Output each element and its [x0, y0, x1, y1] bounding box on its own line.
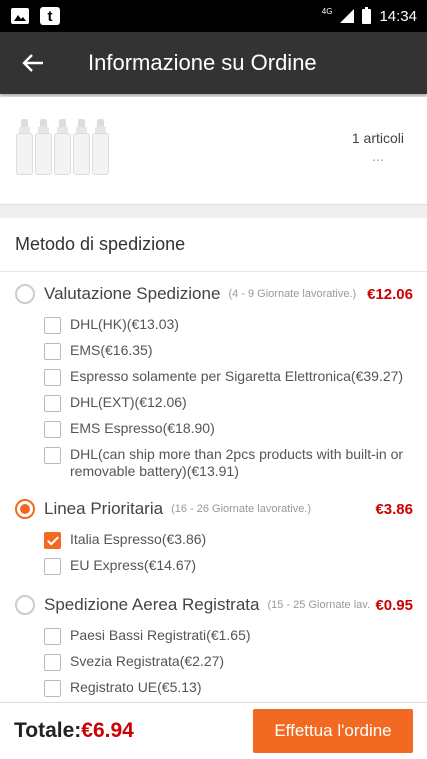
total-amount: €6.94: [81, 719, 134, 742]
item-count: 1 articoli ...: [351, 130, 404, 164]
shipping-option[interactable]: EU Express(€14.67): [15, 557, 413, 576]
shipping-option-checkbox[interactable]: [44, 654, 61, 671]
shipping-option-checkbox[interactable]: [44, 447, 61, 464]
shipping-option[interactable]: Italia Espresso(€3.86): [15, 531, 413, 550]
shipping-group-row[interactable]: Linea Prioritaria (16 - 26 Giornate lavor…: [15, 487, 413, 531]
shipping-option-checkbox[interactable]: [44, 343, 61, 360]
network-type: 4G: [321, 6, 333, 16]
shipping-radio[interactable]: [15, 499, 35, 519]
page-title: Informazione su Ordine: [88, 50, 317, 75]
shipping-group-price: €12.06: [367, 285, 413, 303]
shipping-group-row[interactable]: Valutazione Spedizione (4 - 9 Giornate la…: [15, 272, 413, 316]
shipping-group-days: (16 - 26 Giornate lavorative.): [171, 503, 312, 515]
shipping-option-label: Registrato UE(€5.13): [70, 679, 202, 695]
shipping-section: Metodo di spedizione Valutazione Spedizi…: [0, 218, 427, 702]
product-summary[interactable]: 1 articoli ...: [0, 97, 427, 205]
shipping-group-name: Linea Prioritaria: [44, 499, 164, 518]
shipping-option[interactable]: Registrato UE(€5.13): [15, 679, 413, 698]
shipping-option-checkbox[interactable]: [44, 421, 61, 438]
shipping-option-label: Espresso solamente per Sigaretta Elettro…: [70, 368, 404, 384]
app-bar: Informazione su Ordine: [0, 32, 427, 94]
total-label: Totale:: [14, 719, 82, 742]
shipping-group: Spedizione Aerea Registrata (15 - 25 Gior…: [0, 583, 427, 702]
shipping-group: Linea Prioritaria (16 - 26 Giornate lavor…: [0, 487, 427, 576]
shipping-option-checkbox[interactable]: [44, 532, 61, 549]
shipping-group-price: €3.86: [375, 500, 413, 518]
shipping-group: Valutazione Spedizione (4 - 9 Giornate la…: [0, 272, 427, 480]
shipping-option[interactable]: Espresso solamente per Sigaretta Elettro…: [15, 368, 413, 387]
shipping-radio[interactable]: [15, 284, 35, 304]
shipping-option[interactable]: Paesi Bassi Registrati(€1.65): [15, 627, 413, 646]
shipping-group-price: €0.95: [375, 596, 413, 614]
image-icon: [10, 7, 30, 25]
total: Totale:€6.94: [14, 719, 134, 743]
shipping-option-label: Paesi Bassi Registrati(€1.65): [70, 627, 251, 643]
shipping-header: Metodo di spedizione: [0, 218, 427, 272]
status-bar: t 4G 14:34: [0, 0, 427, 32]
shipping-option-checkbox[interactable]: [44, 317, 61, 334]
product-thumbnail: [16, 119, 109, 175]
shipping-option-checkbox[interactable]: [44, 395, 61, 412]
shipping-option-checkbox[interactable]: [44, 369, 61, 386]
shipping-option-label: Svezia Registrata(€2.27): [70, 653, 225, 669]
shipping-option-checkbox[interactable]: [44, 680, 61, 697]
shipping-option-label: EMS Espresso(€18.90): [70, 420, 215, 436]
shipping-group-days: (15 - 25 Giornate lav...: [267, 599, 372, 611]
shipping-option-checkbox[interactable]: [44, 628, 61, 645]
shipping-option[interactable]: DHL(can ship more than 2pcs products wit…: [15, 446, 413, 480]
battery-icon: [362, 6, 372, 24]
shipping-radio[interactable]: [15, 595, 35, 615]
shipping-group-name: Valutazione Spedizione: [44, 284, 221, 303]
shipping-group-name: Spedizione Aerea Registrata: [44, 595, 260, 614]
shipping-option-label: DHL(can ship more than 2pcs products wit…: [70, 446, 404, 479]
shipping-option-label: DHL(EXT)(€12.06): [70, 394, 187, 410]
tumblr-icon: t: [40, 7, 60, 25]
shipping-option[interactable]: EMS(€16.35): [15, 342, 413, 361]
shipping-option[interactable]: DHL(EXT)(€12.06): [15, 394, 413, 413]
order-footer: Totale:€6.94 Effettua l'ordine: [0, 702, 427, 759]
shipping-option[interactable]: EMS Espresso(€18.90): [15, 420, 413, 439]
more-indicator: ...: [372, 148, 384, 164]
shipping-group-days: (4 - 9 Giornate lavorative.): [228, 288, 357, 300]
shipping-option-label: Italia Espresso(€3.86): [70, 531, 207, 547]
shipping-option-label: DHL(HK)(€13.03): [70, 316, 179, 332]
shipping-option-checkbox[interactable]: [44, 558, 61, 575]
shipping-group-row[interactable]: Spedizione Aerea Registrata (15 - 25 Gior…: [15, 583, 413, 627]
signal-icon: [340, 9, 355, 23]
shipping-option-label: EMS(€16.35): [70, 342, 153, 358]
shipping-option[interactable]: DHL(HK)(€13.03): [15, 316, 413, 335]
clock: 14:34: [379, 7, 417, 25]
back-button[interactable]: [0, 32, 66, 94]
place-order-button[interactable]: Effettua l'ordine: [253, 709, 413, 753]
shipping-option-label: EU Express(€14.67): [70, 557, 197, 573]
arrow-left-icon: [22, 54, 43, 72]
shipping-option[interactable]: Svezia Registrata(€2.27): [15, 653, 413, 672]
